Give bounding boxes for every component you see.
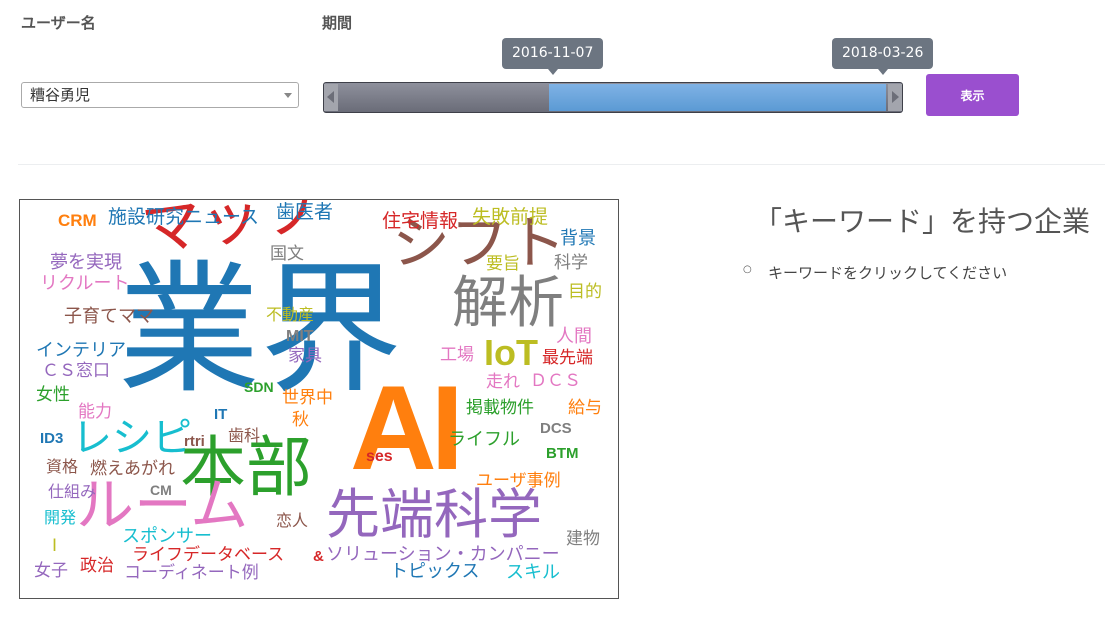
cloud-word[interactable]: 科学 [554, 255, 588, 272]
cloud-word[interactable]: 夢を実現 [50, 254, 122, 272]
period-start-bubble: 2016-11-07 [502, 38, 604, 75]
user-select-value: 糟谷勇児 [30, 86, 91, 104]
cloud-word[interactable]: 要旨 [486, 256, 520, 273]
bullet-icon: ○ [743, 264, 752, 275]
cloud-word[interactable]: トピックス [390, 563, 479, 581]
cloud-word[interactable]: BTM [546, 446, 579, 461]
slider-selected-range[interactable] [549, 84, 886, 111]
cloud-word[interactable]: 不動産 [266, 307, 314, 323]
slider-handle-right[interactable] [888, 84, 902, 111]
cloud-word[interactable]: 女性 [36, 387, 70, 404]
cloud-word[interactable]: スキル [506, 564, 560, 582]
cloud-word[interactable]: 工場 [440, 347, 474, 364]
cloud-word[interactable]: 給与 [568, 400, 602, 417]
cloud-word[interactable]: レシピ [72, 418, 192, 458]
divider [18, 164, 1105, 165]
cloud-word[interactable]: CM [150, 483, 172, 497]
cloud-word[interactable]: 歯科 [228, 428, 260, 444]
cloud-word[interactable]: IT [214, 407, 227, 422]
cloud-word[interactable]: 施設研究ニュース [108, 208, 259, 227]
cloud-word[interactable]: MIT [286, 329, 314, 345]
cloud-word[interactable]: 人間 [556, 328, 592, 346]
cloud-word[interactable]: 目的 [568, 284, 602, 301]
cloud-word[interactable]: 走れ [486, 374, 520, 391]
arrow-right-icon [892, 91, 899, 103]
cloud-word[interactable]: 子育てママ [64, 308, 154, 326]
cloud-word[interactable]: rtri [184, 434, 205, 449]
cloud-word[interactable]: 恋人 [276, 513, 308, 529]
user-label: ユーザー名 [21, 14, 96, 32]
cloud-word[interactable]: 資格 [46, 459, 78, 475]
cloud-word[interactable]: 能力 [78, 404, 112, 421]
arrow-left-icon [327, 91, 334, 103]
cloud-word[interactable]: コーディネート例 [124, 565, 259, 582]
cloud-word[interactable]: 国文 [270, 246, 304, 263]
cloud-word[interactable]: 燃えあがれ [90, 461, 175, 478]
cloud-word[interactable]: 世界中 [282, 390, 333, 407]
period-range-slider[interactable] [323, 82, 903, 113]
cloud-word[interactable]: & [313, 549, 324, 564]
cloud-word[interactable]: 住宅情報 [382, 212, 458, 231]
panel-title: 「キーワード」を持つ企業 [754, 205, 1091, 238]
cloud-word[interactable]: 家具 [288, 348, 322, 365]
cloud-word[interactable]: 最先端 [542, 350, 593, 367]
cloud-word[interactable]: ID3 [40, 431, 63, 446]
slider-handle-left[interactable] [324, 84, 338, 111]
cloud-word[interactable]: 仕組み [48, 484, 96, 500]
cloud-word[interactable]: 背景 [560, 230, 596, 248]
period-end-bubble: 2018-03-26 [832, 38, 934, 75]
cloud-word[interactable]: スポンサー [122, 528, 212, 546]
cloud-word[interactable]: I [52, 538, 57, 555]
cloud-word[interactable]: SDN [244, 380, 274, 394]
cloud-word[interactable]: 掲載物件 [466, 400, 534, 417]
cloud-word[interactable]: ユーザ事例 [476, 473, 561, 490]
cloud-word[interactable]: DCS [540, 421, 572, 436]
cloud-word[interactable]: 建物 [566, 531, 600, 548]
cloud-word[interactable]: IoT [484, 335, 538, 371]
cloud-word[interactable]: ライフル [448, 431, 520, 449]
cloud-word[interactable]: 失敗前提 [472, 208, 548, 227]
cloud-word[interactable]: CRM [58, 212, 97, 229]
cloud-word[interactable]: ＤＣＳ [530, 373, 581, 390]
cloud-word[interactable]: インテリア [36, 342, 126, 360]
cloud-word[interactable]: 解析 [452, 276, 564, 332]
period-label: 期間 [322, 14, 353, 32]
cloud-word[interactable]: ＣＳ窓口 [42, 363, 110, 380]
word-cloud: 業界 AI マップ シフト 解析 本部 ルーム 先端科学 IoT レシピ CRM… [19, 199, 619, 599]
cloud-word[interactable]: 政治 [80, 558, 114, 575]
cloud-word[interactable]: 秋 [292, 412, 309, 429]
cloud-word[interactable]: ライフデータベース [132, 547, 284, 564]
chevron-down-icon [284, 93, 292, 98]
cloud-word[interactable]: AI [350, 368, 464, 488]
panel-hint: キーワードをクリックしてください [768, 264, 1008, 282]
cloud-word[interactable]: 女子 [34, 563, 68, 580]
cloud-word[interactable]: ses [366, 449, 393, 465]
cloud-word[interactable]: 先端科学 [326, 488, 542, 542]
cloud-word[interactable]: リクルート [40, 275, 129, 293]
cloud-word[interactable]: 歯医者 [276, 203, 333, 222]
cloud-word[interactable]: 開発 [44, 510, 76, 526]
show-button[interactable]: 表示 [926, 74, 1019, 116]
user-select[interactable]: 糟谷勇児 [21, 82, 299, 108]
